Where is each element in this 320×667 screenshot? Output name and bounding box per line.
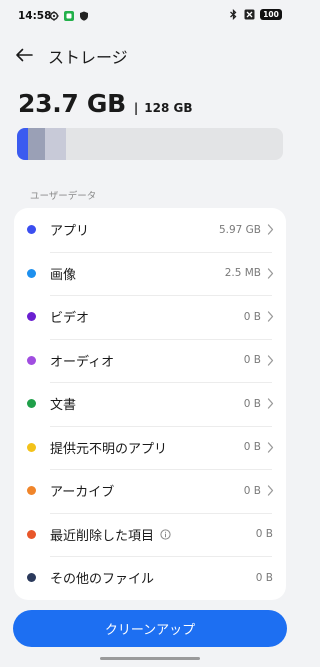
- category-size-value: 0 B: [243, 310, 261, 323]
- storage-category-list: アプリ 5.97 GB 画像 2.5 MB ビデオ 0 B オーディオ 0 B 文書 0 B 提供元…: [14, 208, 286, 600]
- category-label: アーカイブ: [50, 481, 114, 500]
- total-storage-value: 128 GB: [144, 101, 193, 115]
- storage-summary: 23.7 GB | 128 GB: [18, 89, 193, 118]
- bluetooth-icon: [228, 9, 239, 20]
- chevron-right-icon: [264, 442, 276, 453]
- category-size-value: 0 B: [243, 354, 261, 367]
- app-header: ストレージ: [0, 38, 300, 74]
- category-label-text: 画像: [50, 267, 77, 283]
- storage-category-row[interactable]: アプリ 5.97 GB: [14, 208, 286, 252]
- chevron-right-icon: [264, 485, 276, 496]
- category-size-value: 0 B: [255, 571, 273, 584]
- category-label-text: 提供元不明のアプリ: [50, 441, 168, 457]
- usage-bar-segment-system-a: [27, 128, 45, 160]
- settings-gear-icon: [48, 10, 59, 21]
- category-label: ビデオ: [50, 307, 89, 326]
- back-button[interactable]: [10, 42, 38, 70]
- category-label: アプリ: [50, 220, 89, 239]
- battery-indicator: 100: [260, 9, 282, 20]
- storage-category-row[interactable]: アーカイブ 0 B: [14, 469, 286, 513]
- storage-category-row[interactable]: ビデオ 0 B: [14, 295, 286, 339]
- storage-category-row[interactable]: 提供元不明のアプリ 0 B: [14, 425, 286, 470]
- category-size-value: 2.5 MB: [224, 267, 261, 280]
- category-color-dot: [27, 399, 36, 409]
- storage-category-row[interactable]: 画像 2.5 MB: [14, 251, 286, 296]
- category-color-dot: [27, 486, 36, 496]
- category-label-text: アーカイブ: [50, 485, 115, 501]
- category-label: 提供元不明のアプリ: [50, 438, 167, 457]
- status-bar: 14:58 100: [0, 0, 300, 34]
- storage-category-row[interactable]: 最近削除した項目 0 B: [14, 512, 286, 557]
- category-label-text: その他のファイル: [50, 572, 155, 588]
- category-label-text: 文書: [50, 398, 77, 414]
- category-label: その他のファイル: [50, 568, 154, 587]
- usage-bar-segment-apps: [17, 128, 28, 160]
- category-label-text: 最近削除した項目: [50, 528, 155, 544]
- category-size-value: 0 B: [243, 441, 261, 454]
- category-size-value: 5.97 GB: [218, 223, 261, 236]
- storage-category-row[interactable]: 文書 0 B: [14, 382, 286, 426]
- category-size-value: 0 B: [255, 528, 273, 541]
- category-label-text: ビデオ: [50, 311, 90, 327]
- green-app-icon: [63, 10, 74, 21]
- category-size-value: 0 B: [243, 397, 261, 410]
- category-color-dot: [27, 573, 36, 583]
- storage-category-row[interactable]: オーディオ 0 B: [14, 338, 286, 383]
- info-icon[interactable]: [160, 529, 171, 540]
- category-color-dot: [27, 442, 36, 452]
- storage-category-row[interactable]: その他のファイル 0 B: [14, 556, 286, 600]
- chevron-right-icon: [264, 311, 276, 322]
- chevron-right-icon: [264, 355, 276, 366]
- storage-separator: |: [133, 101, 139, 115]
- chevron-right-icon: [264, 268, 276, 279]
- chevron-right-icon: [264, 224, 276, 235]
- category-color-dot: [27, 312, 36, 322]
- arrow-left-icon: [15, 47, 33, 66]
- category-label-text: アプリ: [50, 224, 90, 240]
- category-size-value: 0 B: [243, 484, 261, 497]
- category-label-text: オーディオ: [50, 354, 115, 370]
- category-color-dot: [27, 529, 36, 539]
- category-label: オーディオ: [50, 351, 114, 370]
- category-color-dot: [27, 225, 36, 235]
- used-storage-value: 23.7 GB: [18, 89, 126, 118]
- category-label: 画像: [50, 264, 76, 283]
- page-title: ストレージ: [48, 48, 128, 67]
- status-time: 14:58: [18, 10, 52, 22]
- category-color-dot: [27, 355, 36, 365]
- chevron-right-icon: [264, 398, 276, 409]
- home-indicator: [100, 657, 200, 660]
- category-color-dot: [27, 268, 36, 278]
- usage-bar-segment-system-b: [44, 128, 67, 160]
- shield-icon: [78, 10, 89, 21]
- status-notification-icons: [48, 10, 89, 21]
- category-label: 文書: [50, 394, 76, 413]
- no-sim-icon: [244, 9, 255, 20]
- cleanup-button[interactable]: クリーンアップ: [13, 610, 287, 647]
- storage-usage-bar: [17, 128, 283, 160]
- status-system-icons: 100: [228, 9, 282, 20]
- category-label: 最近削除した項目: [50, 525, 171, 544]
- section-label-user-data: ユーザーデータ: [30, 191, 97, 202]
